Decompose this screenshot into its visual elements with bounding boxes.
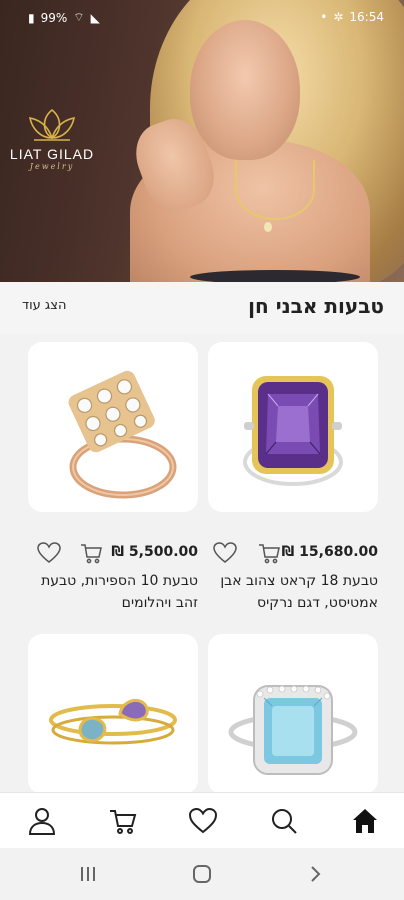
hero-image-pendant xyxy=(264,222,272,232)
back-icon[interactable] xyxy=(303,862,327,886)
section-title: טבעות אבני חן xyxy=(248,294,384,318)
section-header: טבעות אבני חן הצג עוד xyxy=(0,282,404,334)
brand-name: LIAT GILAD xyxy=(9,146,95,162)
notification-icon: • xyxy=(320,10,328,24)
price-row: 15,680.00 ₪ xyxy=(208,540,378,568)
product-card[interactable] xyxy=(28,634,198,794)
product-card[interactable] xyxy=(208,634,378,794)
hero-image-top xyxy=(190,270,360,282)
wifi-icon: ⌔ xyxy=(73,10,85,24)
status-left: ▮ 99% ⌔ ◣ xyxy=(28,10,100,25)
heart-icon[interactable] xyxy=(212,540,238,566)
status-right: • ✲ 16:54 xyxy=(320,10,384,24)
product-price: 5,500.00 ₪ xyxy=(111,544,198,560)
status-bar: ▮ 99% ⌔ ◣ • ✲ 16:54 xyxy=(0,0,404,34)
settings-icon: ✲ xyxy=(333,10,344,24)
heart-icon[interactable] xyxy=(188,806,218,836)
hero-image-necklace xyxy=(235,160,315,220)
recent-apps-icon[interactable] xyxy=(76,862,100,886)
battery-icon: ▮ xyxy=(28,10,35,25)
product-card[interactable] xyxy=(208,342,378,512)
user-icon[interactable] xyxy=(27,806,57,836)
product-card[interactable] xyxy=(28,342,198,512)
amethyst-ring-image xyxy=(243,376,343,486)
show-more-link[interactable]: הצג עוד xyxy=(22,298,66,313)
clock: 16:54 xyxy=(349,10,384,24)
home-button-icon[interactable] xyxy=(190,862,214,886)
product-name[interactable]: טבעת 10 הספירות, טבעת זהב ויהלומים xyxy=(18,570,198,614)
topaz-ring-image xyxy=(228,685,358,775)
product-price: 15,680.00 ₪ xyxy=(281,544,378,560)
cart-icon[interactable] xyxy=(256,540,282,566)
heart-icon[interactable] xyxy=(36,540,62,566)
product-name[interactable]: טבעת 18 קראט צהוב אבן אמטיסט, דגם נרקיס xyxy=(198,570,378,614)
search-icon[interactable] xyxy=(269,806,299,836)
battery-level: 99% xyxy=(40,10,68,25)
system-nav-bar xyxy=(0,848,404,900)
cart-icon[interactable] xyxy=(78,540,104,566)
bottom-nav xyxy=(0,792,404,848)
signal-icon: ◣ xyxy=(90,10,100,25)
home-icon[interactable] xyxy=(350,806,380,836)
lotus-icon xyxy=(28,108,76,141)
hero-image-face xyxy=(190,20,300,160)
hero-banner[interactable]: LIAT GILAD Jewelry xyxy=(0,0,404,282)
diamond-ring-image xyxy=(68,370,177,499)
brand-tagline: Jewelry xyxy=(29,162,75,171)
price-row: 5,500.00 ₪ xyxy=(28,540,198,568)
gemstone-ring-image xyxy=(49,698,177,745)
brand-logo: LIAT GILAD Jewelry xyxy=(4,104,100,171)
cart-icon[interactable] xyxy=(108,806,138,836)
